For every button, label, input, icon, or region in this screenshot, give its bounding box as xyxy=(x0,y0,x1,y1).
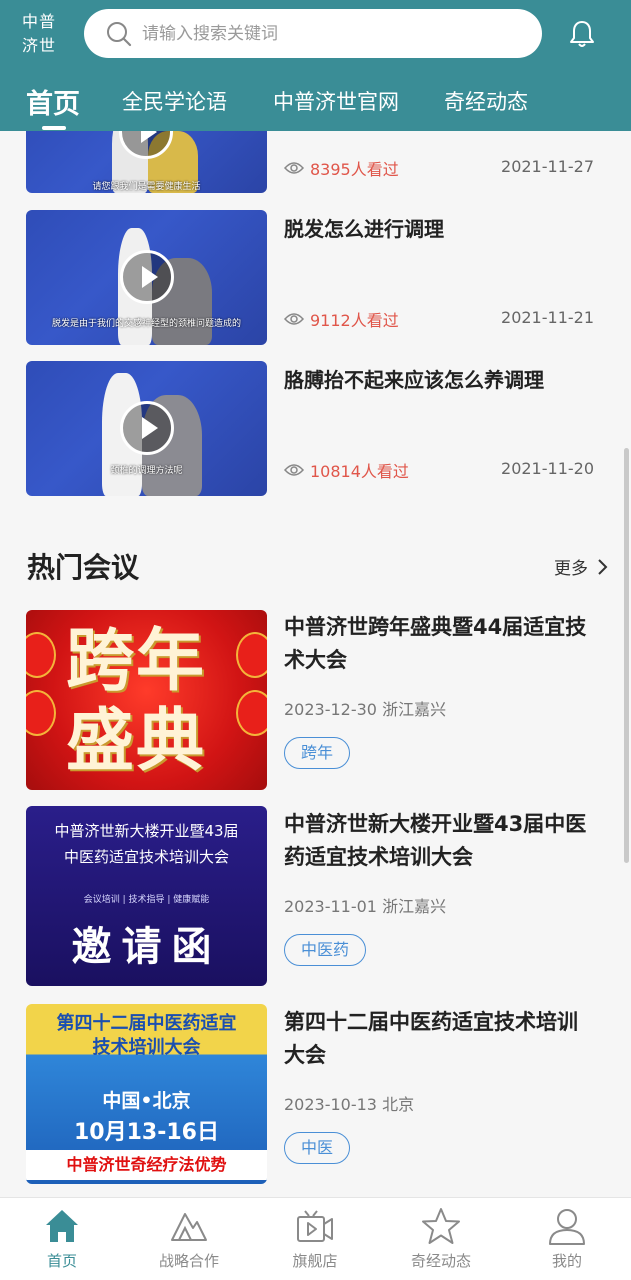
video-subtitle: 脱发是由于我们的交感神经型的颈椎问题造成的 xyxy=(51,319,241,329)
play-icon[interactable] xyxy=(120,250,174,304)
poster-line-3: 中国•北京 xyxy=(102,1090,191,1112)
eye-icon xyxy=(284,162,304,174)
meeting-tag[interactable]: 中医药 xyxy=(284,934,367,966)
video-thumbnail[interactable]: 脱发是由于我们的交感神经型的颈椎问题造成的 xyxy=(26,210,267,345)
scrollbar[interactable] xyxy=(624,448,629,863)
meeting-meta: 2023-10-13 北京 xyxy=(284,1095,415,1114)
view-count-text: 8395人看过 xyxy=(310,160,399,179)
video-title[interactable]: 脱发怎么进行调理 xyxy=(284,213,444,242)
meeting-title[interactable]: 中普济世跨年盛典暨44届适宜技术大会 xyxy=(284,611,594,677)
more-link[interactable]: 更多 xyxy=(554,554,610,579)
search-input[interactable] xyxy=(142,23,502,44)
app-logo[interactable]: 中普 济世 xyxy=(22,10,64,58)
nav-label: 我的 xyxy=(551,1252,582,1270)
tab-official-site[interactable]: 中普济世官网 xyxy=(273,86,399,116)
poster-line-3: 会议培训 | 技术指导 | 健康赋能 xyxy=(83,895,210,905)
poster-title: 跨年盛典 xyxy=(66,622,207,781)
meeting-poster[interactable]: 中普济世新大楼开业暨43届 中医药适宜技术培训大会 会议培训 | 技术指导 | … xyxy=(26,806,267,986)
tab-news[interactable]: 奇经动态 xyxy=(444,86,528,116)
nav-news[interactable]: 奇经动态 xyxy=(391,1206,491,1271)
play-icon[interactable] xyxy=(120,401,174,455)
poster-line-1: 第四十二届中医药适宜 xyxy=(56,1013,237,1034)
active-tab-indicator xyxy=(42,126,66,130)
video-title[interactable]: 胳膊抬不起来应该怎么养调理 xyxy=(284,364,544,393)
nav-label: 奇经动态 xyxy=(410,1252,471,1270)
tab-analects[interactable]: 全民学论语 xyxy=(122,86,227,116)
meeting-title[interactable]: 中普济世新大楼开业暨43届中医药适宜技术培训大会 xyxy=(284,808,594,874)
video-store-icon xyxy=(297,1210,333,1242)
view-count-text: 9112人看过 xyxy=(310,311,399,330)
view-count: 9112人看过 xyxy=(284,307,399,331)
poster-line-4: 10月13-16日 xyxy=(74,1120,219,1145)
meeting-tag[interactable]: 中医 xyxy=(284,1132,351,1164)
meeting-meta: 2023-11-01 浙江嘉兴 xyxy=(284,897,447,916)
search-icon xyxy=(107,21,132,46)
meeting-poster[interactable]: 跨年盛典 xyxy=(26,610,267,790)
nav-home[interactable]: 首页 xyxy=(12,1206,112,1271)
poster-line-5: 中普济世奇经疗法优势 xyxy=(26,1150,267,1180)
view-count: 8395人看过 xyxy=(284,156,399,180)
nav-strategic-cooperation[interactable]: 战略合作 xyxy=(139,1206,239,1271)
meeting-title[interactable]: 第四十二届中医药适宜技术培训大会 xyxy=(284,1006,594,1072)
video-thumbnail[interactable]: 请您跟我们是需要健康生活 xyxy=(26,131,267,193)
meeting-tag[interactable]: 跨年 xyxy=(284,737,351,769)
meeting-poster[interactable]: 第四十二届中医药适宜 技术培训大会 中国•北京 10月13-16日 中普济世奇经… xyxy=(26,1004,267,1184)
mountain-icon xyxy=(171,1213,207,1241)
meeting-meta: 2023-12-30 浙江嘉兴 xyxy=(284,700,447,719)
star-icon xyxy=(422,1208,460,1244)
user-icon xyxy=(549,1209,585,1245)
main-content[interactable]: 请您跟我们是需要健康生活 8395人看过 2021-11-27 脱发是由于我们的… xyxy=(0,131,631,1197)
nav-label: 首页 xyxy=(46,1252,77,1270)
chevron-right-icon xyxy=(598,558,608,575)
logo-line-1: 中普 xyxy=(22,12,57,31)
poster-line-2: 中医药适宜技术培训大会 xyxy=(63,848,229,866)
poster-line-1: 中普济世新大楼开业暨43届 xyxy=(54,822,239,840)
bell-icon[interactable] xyxy=(566,18,598,50)
poster-line-2: 技术培训大会 xyxy=(92,1037,201,1058)
eye-icon xyxy=(284,313,304,325)
nav-flagship-store[interactable]: 旗舰店 xyxy=(265,1206,365,1271)
video-date: 2021-11-21 xyxy=(501,308,594,327)
tab-home[interactable]: 首页 xyxy=(26,82,80,121)
video-subtitle: 颈椎的调理方法呢 xyxy=(110,466,183,476)
home-icon xyxy=(46,1210,78,1242)
bottom-nav: 首页 战略合作 旗舰店 奇经动态 我的 xyxy=(0,1197,631,1280)
more-label: 更多 xyxy=(554,559,588,579)
logo-line-2: 济世 xyxy=(22,36,57,55)
eye-icon xyxy=(284,464,304,476)
video-thumbnail[interactable]: 颈椎的调理方法呢 xyxy=(26,361,267,496)
nav-label: 战略合作 xyxy=(158,1252,219,1270)
video-date: 2021-11-27 xyxy=(501,157,594,176)
video-date: 2021-11-20 xyxy=(501,459,594,478)
app-header: 中普 济世 首页 全民学论语 中普济世官网 奇经动态 xyxy=(0,0,631,131)
nav-label: 旗舰店 xyxy=(292,1252,338,1270)
search-bar[interactable] xyxy=(84,9,542,58)
poster-line-4: 邀请函 xyxy=(71,924,222,970)
top-tabs: 首页 全民学论语 中普济世官网 奇经动态 xyxy=(0,74,631,131)
nav-profile[interactable]: 我的 xyxy=(517,1206,617,1271)
video-subtitle: 请您跟我们是需要健康生活 xyxy=(92,182,201,192)
view-count: 10814人看过 xyxy=(284,458,409,482)
view-count-text: 10814人看过 xyxy=(310,462,409,481)
section-title-meetings: 热门会议 xyxy=(27,551,140,584)
